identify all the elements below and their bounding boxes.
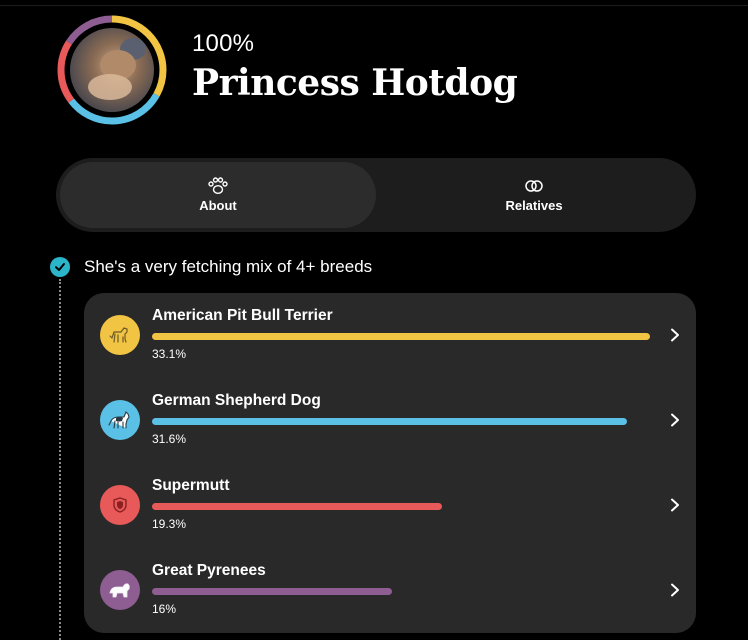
paw-icon [207,177,229,195]
breed-progress-track [152,588,652,595]
breed-progress-track [152,418,652,425]
german-shepherd-icon [100,400,140,440]
breed-percent: 19.3% [152,517,187,531]
top-divider [0,5,748,6]
chevron-right-icon [668,581,682,599]
breed-row-german-shepherd-dog[interactable]: German Shepherd Dog 31.6% [84,378,696,463]
timeline-dotted-line [59,279,61,640]
breed-breakdown-card: American Pit Bull Terrier 33.1% German S… [84,293,696,633]
breed-percent: 33.1% [152,347,187,361]
breed-row-great-pyrenees[interactable]: Great Pyrenees 16% [84,548,696,633]
ancestry-percent: 100% [192,30,255,57]
breed-progress-track [152,503,652,510]
breed-percent: 31.6% [152,432,187,446]
breed-progress-bar [152,333,650,340]
breed-name: Supermutt [152,477,230,494]
chevron-right-icon [668,496,682,514]
pit-bull-icon [100,315,140,355]
profile-tabs: About Relatives [56,158,696,232]
dog-photo [70,28,154,112]
tab-about[interactable]: About [60,162,376,228]
tab-about-label: About [199,198,237,213]
breed-progress-track [152,333,652,340]
breed-name: German Shepherd Dog [152,392,321,409]
breed-progress-bar [152,418,627,425]
breed-row-american-pit-bull-terrier[interactable]: American Pit Bull Terrier 33.1% [84,293,696,378]
dog-name-title: Princess Hotdog [192,62,518,104]
breed-ring-avatar [56,14,168,126]
breed-progress-bar [152,503,442,510]
breed-percent: 16% [152,602,177,616]
chevron-right-icon [668,411,682,429]
breed-name: Great Pyrenees [152,562,266,579]
breed-progress-bar [152,588,392,595]
chevron-right-icon [668,326,682,344]
tab-relatives[interactable]: Relatives [376,162,692,228]
breed-row-supermutt[interactable]: Supermutt 19.3% [84,463,696,548]
checkmark-icon [50,257,70,277]
breed-mix-heading: She's a very fetching mix of 4+ breeds [84,257,373,276]
supermutt-shield-icon [100,485,140,525]
rings-icon [523,177,545,195]
tab-relatives-label: Relatives [505,198,563,213]
breed-name: American Pit Bull Terrier [152,307,333,324]
great-pyrenees-icon [100,570,140,610]
